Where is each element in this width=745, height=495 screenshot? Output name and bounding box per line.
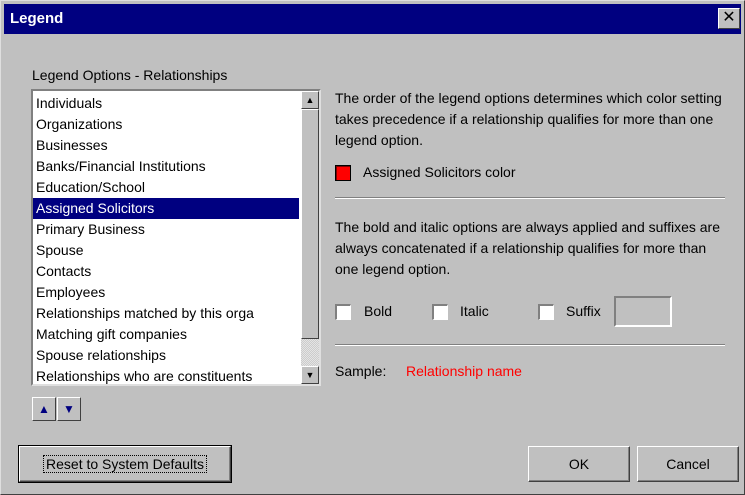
list-item[interactable]: Spouse relationships bbox=[33, 345, 299, 366]
list-item[interactable]: Organizations bbox=[33, 114, 299, 135]
reset-defaults-button[interactable]: Reset to System Defaults bbox=[18, 445, 232, 483]
list-item[interactable]: Assigned Solicitors bbox=[33, 198, 299, 219]
close-button[interactable]: ✕ bbox=[718, 8, 740, 29]
move-up-button[interactable]: ▲ bbox=[32, 397, 56, 421]
window-title: Legend bbox=[10, 10, 64, 27]
italic-checkbox[interactable] bbox=[432, 304, 448, 320]
cancel-label: Cancel bbox=[666, 456, 710, 472]
reset-defaults-label: Reset to System Defaults bbox=[43, 455, 207, 473]
close-icon: ✕ bbox=[722, 9, 736, 26]
list-item[interactable]: Banks/Financial Institutions bbox=[33, 156, 299, 177]
list-item[interactable]: Individuals bbox=[33, 93, 299, 114]
italic-label: Italic bbox=[460, 303, 489, 319]
ok-button[interactable]: OK bbox=[528, 446, 630, 482]
separator bbox=[335, 197, 725, 199]
list-item[interactable]: Spouse bbox=[33, 240, 299, 261]
legend-options-label: Legend Options - Relationships bbox=[32, 67, 228, 83]
list-item[interactable]: Matching gift companies bbox=[33, 324, 299, 345]
color-label: Assigned Solicitors color bbox=[363, 164, 516, 180]
scroll-down-icon[interactable]: ▼ bbox=[301, 366, 319, 384]
legend-dialog: Legend ✕ Legend Options - Relationships … bbox=[0, 0, 745, 495]
order-note: The order of the legend options determin… bbox=[335, 90, 722, 148]
arrow-up-icon: ▲ bbox=[38, 402, 50, 416]
legend-options-list[interactable]: Individuals Organizations Businesses Banks/… bbox=[31, 89, 321, 386]
cancel-button[interactable]: Cancel bbox=[637, 446, 739, 482]
sample-value: Relationship name bbox=[406, 363, 522, 379]
list-item[interactable]: Education/School bbox=[33, 177, 299, 198]
ok-label: OK bbox=[568, 456, 590, 472]
list-item[interactable]: Employees bbox=[33, 282, 299, 303]
list-item[interactable]: Businesses bbox=[33, 135, 299, 156]
style-note: The bold and italic options are always a… bbox=[335, 219, 720, 277]
scrollbar-thumb[interactable] bbox=[301, 109, 319, 339]
color-swatch-button[interactable] bbox=[335, 165, 351, 181]
list-items: Individuals Organizations Businesses Banks/… bbox=[33, 93, 299, 384]
sample-label: Sample: bbox=[335, 363, 387, 379]
bold-checkbox[interactable] bbox=[335, 304, 351, 320]
list-item[interactable]: Contacts bbox=[33, 261, 299, 282]
bold-label: Bold bbox=[364, 303, 393, 319]
separator bbox=[335, 344, 725, 346]
suffix-checkbox[interactable] bbox=[538, 304, 554, 320]
arrow-down-icon: ▼ bbox=[63, 402, 75, 416]
suffix-input[interactable] bbox=[614, 296, 672, 327]
vertical-scrollbar[interactable]: ▲ ▼ bbox=[301, 91, 319, 384]
list-item[interactable]: Relationships who are constituents bbox=[33, 366, 299, 384]
list-item[interactable]: Relationships matched by this orga bbox=[33, 303, 299, 324]
move-down-button[interactable]: ▼ bbox=[57, 397, 81, 421]
scroll-up-icon[interactable]: ▲ bbox=[301, 91, 319, 109]
list-item[interactable]: Primary Business bbox=[33, 219, 299, 240]
suffix-label: Suffix bbox=[566, 303, 601, 319]
title-bar: Legend ✕ bbox=[4, 4, 741, 34]
